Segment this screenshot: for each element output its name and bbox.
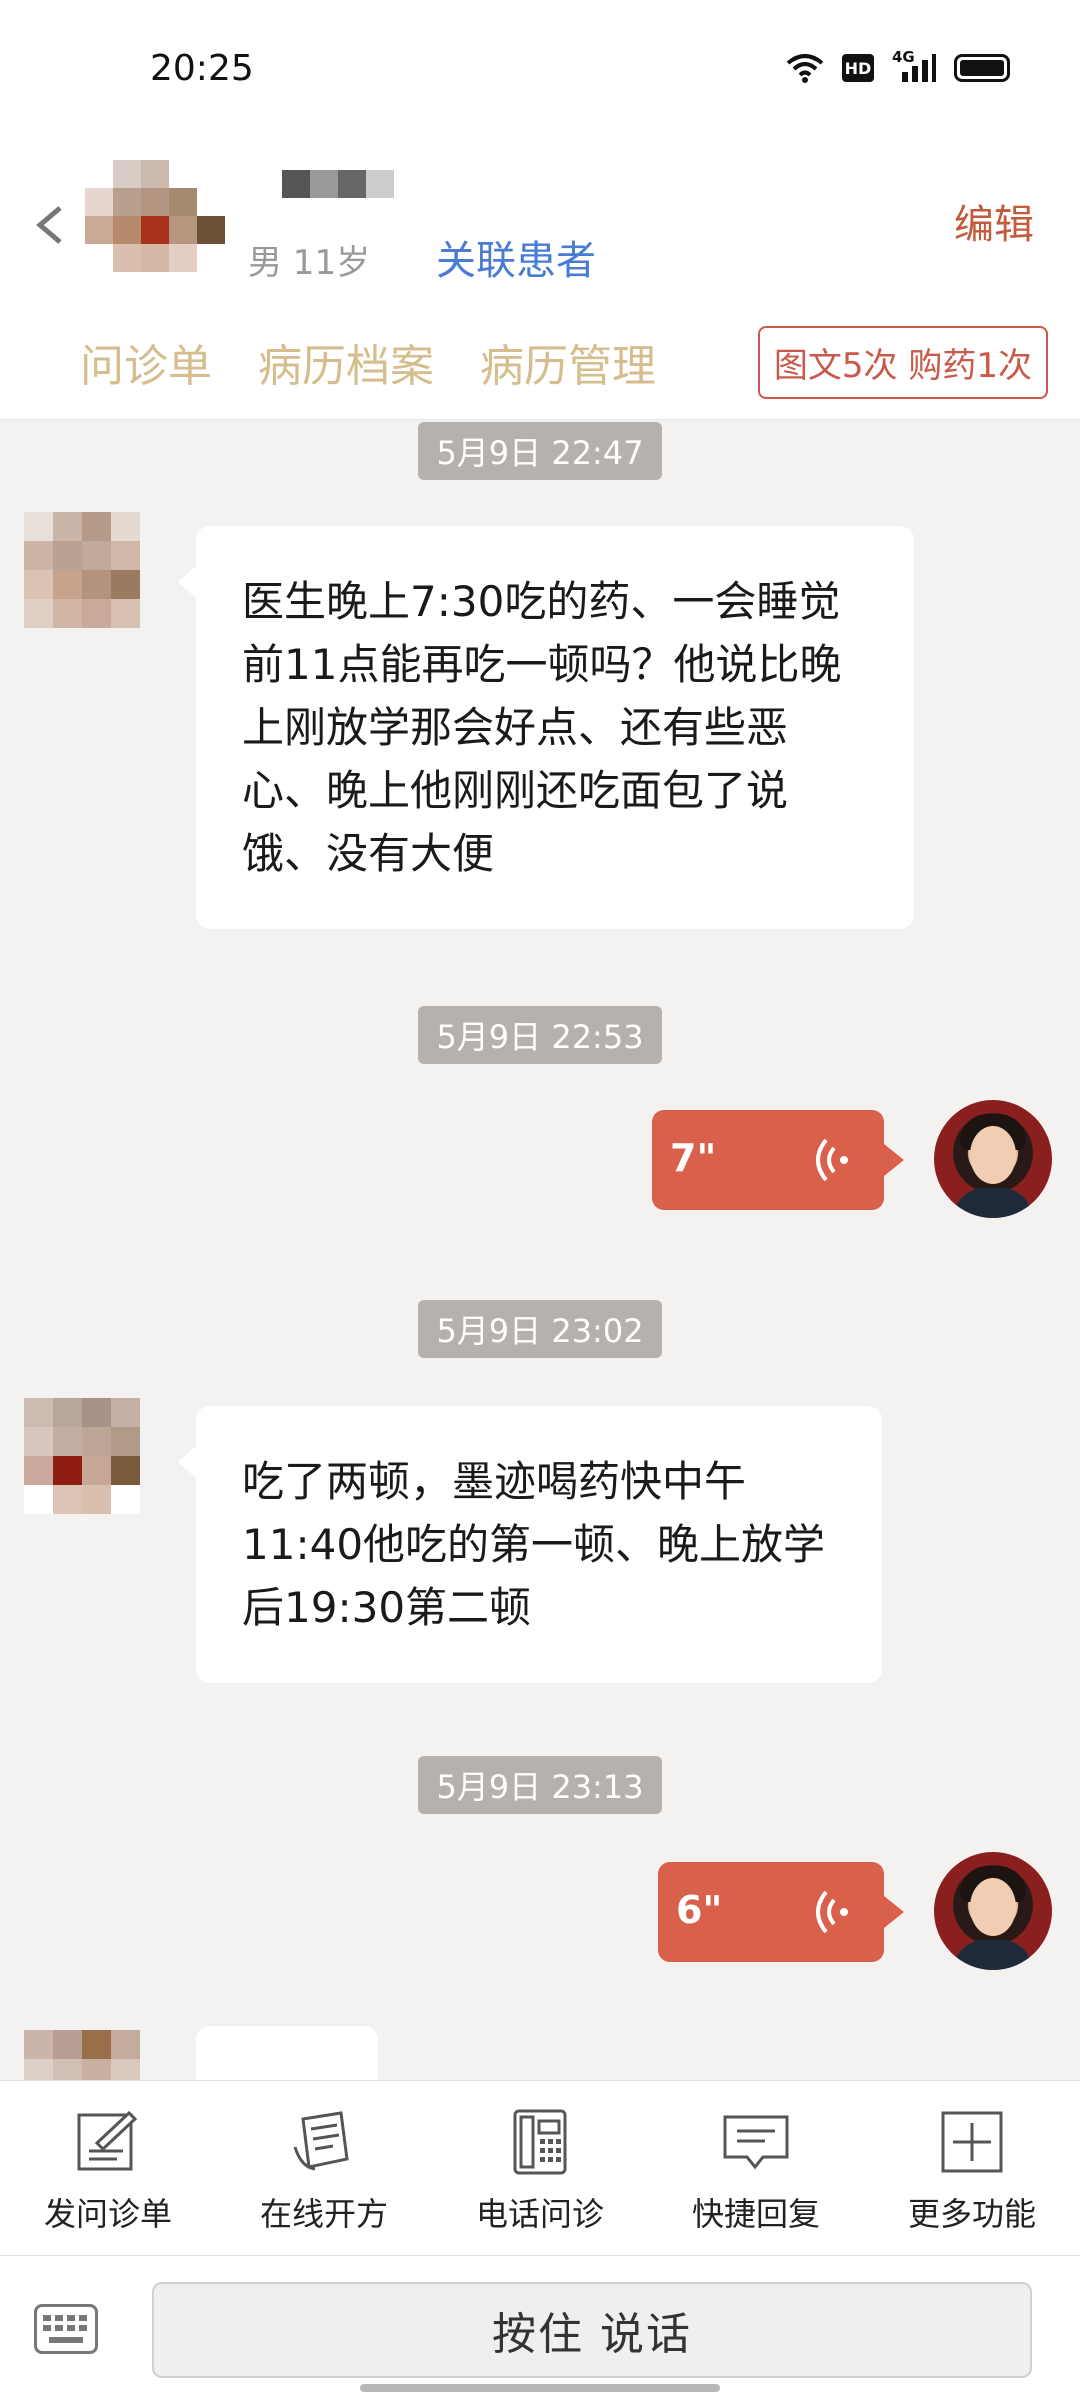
patient-message-bubble[interactable]: 吃了两顿，墨迹喝药快中午11:40他吃的第一顿、晚上放学后19:30第二顿	[178, 1406, 882, 1683]
link-patient-button[interactable]: 关联患者	[436, 228, 596, 286]
voice-duration: 6"	[676, 1888, 723, 1932]
patient-message-bubble[interactable]	[196, 2026, 378, 2080]
doctor-voice-message[interactable]: 6"	[658, 1862, 904, 1962]
message-timestamp: 5月9日 22:53	[418, 1006, 662, 1064]
phone-consult-button[interactable]: 电话问诊	[432, 2081, 648, 2257]
status-icons: HD 4G	[786, 48, 1010, 84]
patient-avatar[interactable]	[85, 160, 225, 300]
doctor-voice-message[interactable]: 7"	[652, 1110, 904, 1210]
doctor-avatar[interactable]	[934, 1100, 1052, 1218]
tool-label: 在线开方	[259, 2195, 388, 2233]
tab-medical-records[interactable]: 病历档案	[258, 330, 434, 394]
message-timestamp: 5月9日 23:02	[418, 1300, 662, 1358]
hd-icon: HD	[842, 54, 874, 82]
status-bar: 20:25 HD 4G	[0, 0, 1080, 140]
quick-reply-button[interactable]: 快捷回复	[648, 2081, 864, 2257]
status-time: 20:25	[150, 48, 254, 89]
patient-message-bubble[interactable]: 医生晚上7:30吃的药、一会睡觉前11点能再吃一顿吗？他说比晚上刚放学那会好点、…	[178, 526, 914, 929]
doctor-avatar[interactable]	[934, 1852, 1052, 1970]
online-prescription-button[interactable]: 在线开方	[216, 2081, 432, 2257]
message-text: 医生晚上7:30吃的药、一会睡觉前11点能再吃一顿吗？他说比晚上刚放学那会好点、…	[242, 577, 842, 878]
action-toolbar: 发问诊单 在线开方 电话问诊 快捷回复 更多功能	[0, 2080, 1080, 2256]
patient-name-redacted	[282, 170, 394, 198]
chat-messages[interactable]: 5月9日 22:47 医生晚上7:30吃的药、一会睡觉前11点能再吃一顿吗？他说…	[0, 420, 1080, 2080]
wifi-icon	[786, 53, 824, 83]
voice-wave-icon	[816, 1138, 848, 1182]
tab-consult-form[interactable]: 问诊单	[80, 330, 212, 394]
message-timestamp: 5月9日 23:13	[418, 1756, 662, 1814]
keyboard-icon[interactable]	[34, 2304, 98, 2354]
tool-label: 发问诊单	[43, 2195, 172, 2233]
prescription-icon	[293, 2111, 349, 2171]
tab-record-management[interactable]: 病历管理	[480, 330, 656, 394]
form-pen-icon	[77, 2110, 138, 2171]
input-bar: 按住 说话	[0, 2256, 1080, 2400]
header-tabs: 问诊单 病历档案 病历管理	[80, 330, 656, 394]
edit-button[interactable]: 编辑	[954, 192, 1034, 250]
tool-label: 快捷回复	[691, 2195, 820, 2233]
battery-icon	[954, 54, 1010, 82]
hold-to-talk-button[interactable]: 按住 说话	[152, 2282, 1032, 2378]
message-text: 吃了两顿，墨迹喝药快中午11:40他吃的第一顿、晚上放学后19:30第二顿	[242, 1457, 826, 1632]
home-indicator[interactable]	[360, 2384, 720, 2392]
patient-avatar-small[interactable]	[24, 512, 140, 628]
plus-box-icon	[941, 2111, 1003, 2173]
phone-icon	[513, 2109, 567, 2175]
send-consult-form-button[interactable]: 发问诊单	[0, 2081, 216, 2257]
tool-label: 电话问诊	[475, 2195, 604, 2233]
signal-icon: 4G	[892, 48, 936, 84]
voice-wave-icon	[816, 1890, 848, 1934]
chat-header: 男 11岁 关联患者 编辑 问诊单 病历档案 病历管理 图文5次 购药1次	[0, 140, 1080, 420]
more-functions-button[interactable]: 更多功能	[864, 2081, 1080, 2257]
patient-avatar-small[interactable]	[24, 2030, 140, 2080]
patient-gender-age: 男 11岁	[248, 243, 371, 283]
service-quota-badge[interactable]: 图文5次 购药1次	[757, 326, 1048, 399]
back-icon[interactable]	[30, 200, 70, 250]
tool-label: 更多功能	[907, 2195, 1036, 2233]
chat-bubble-icon	[723, 2115, 789, 2170]
message-timestamp: 5月9日 22:47	[418, 422, 662, 480]
patient-avatar-small[interactable]	[24, 1398, 140, 1514]
voice-duration: 7"	[670, 1136, 717, 1180]
